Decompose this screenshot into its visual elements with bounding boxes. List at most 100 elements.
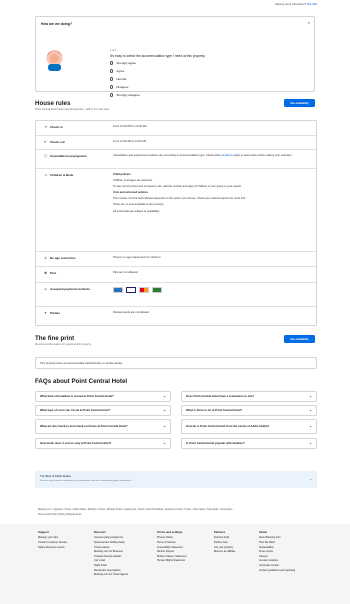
- chevron-down-icon: ⌄: [309, 393, 312, 398]
- amex-card-icon: [113, 287, 123, 293]
- faq-item[interactable]: Does Point Central Hotel have a restaura…: [181, 391, 317, 402]
- survey-option-agree[interactable]: Agree: [110, 69, 124, 73]
- survey-card: How are we doing? × 1 of 7 It's easy to …: [35, 16, 315, 97]
- see-availability-button[interactable]: See availability: [284, 99, 315, 107]
- best-of-subtitle: Discover top attractions and more in thi…: [40, 479, 132, 482]
- footer-link[interactable]: Content guidelines and reporting: [259, 569, 313, 574]
- missing-info-prompt: Missing some information? Yes / No: [275, 3, 317, 6]
- person-icon: ♙: [44, 256, 48, 260]
- rule-row-check-out: ⇤ Check-out From 12:00 AM to 11:00 AM: [36, 135, 316, 149]
- radio-icon[interactable]: [110, 85, 114, 89]
- survey-option-strongly-agree[interactable]: Strongly agree: [110, 61, 136, 65]
- chevron-down-icon: ⌄: [309, 423, 312, 428]
- rule-value: Cancellation and prepayment policies var…: [113, 154, 293, 157]
- payment-methods: [113, 287, 313, 293]
- info-icon: ⓘ: [44, 154, 48, 158]
- chevron-down-icon: ⌄: [163, 407, 166, 412]
- survey-option-disagree[interactable]: Disagree: [110, 85, 128, 89]
- child-policies-heading: Child policies: [113, 173, 131, 176]
- survey-option-strongly-disagree[interactable]: Strongly disagree: [110, 93, 140, 97]
- breadcrumb: Booking.com › Ugandan › Hotels › Addis A…: [38, 508, 316, 517]
- best-of-title: The Best of Addis Ababa: [40, 474, 71, 478]
- close-icon[interactable]: ×: [308, 20, 310, 25]
- survey-step-counter: 1 of 7: [110, 49, 117, 52]
- rule-value: From 12:00 PM to 12:00 AM: [113, 125, 147, 128]
- faq-item[interactable]: How much does it cost to stay at Point C…: [35, 438, 171, 449]
- cash-icon: [152, 287, 162, 293]
- rule-label: No age restriction: [50, 256, 76, 260]
- faq-item[interactable]: What type of room can I book at Point Ce…: [35, 405, 171, 416]
- cot-policies-heading: Cots and extra bed policies: [113, 191, 148, 195]
- rule-row-check-in: ⇥ Check-in From 12:00 PM to 12:00 AM: [36, 121, 316, 135]
- cot-policy-text: The number of extra beds allowed depends…: [113, 197, 246, 201]
- breadcrumb-line: Point Central Hotel (Hotel) (Ethiopia) d…: [38, 513, 82, 516]
- best-of-banner[interactable]: The Best of Addis Ababa Discover top att…: [35, 471, 317, 488]
- rule-label: Cancellation/ prepayment: [50, 154, 87, 158]
- chevron-down-icon: ⌄: [309, 440, 312, 445]
- radio-icon[interactable]: [110, 77, 114, 81]
- rule-row-parties: ✦ Parties Parties/events are not allowed: [36, 306, 316, 327]
- house-rules-title: House rules: [35, 100, 71, 107]
- faq-item[interactable]: What kind of breakfast is served at Poin…: [35, 391, 171, 402]
- radio-icon[interactable]: [110, 69, 114, 73]
- calendar-in-icon: ⇥: [44, 125, 48, 129]
- paw-icon: ❀: [44, 271, 48, 275]
- chevron-down-icon: ⌄: [163, 440, 166, 445]
- house-rules-subtitle: Point Central Hotel takes special reques…: [35, 108, 110, 111]
- footer-link[interactable]: Booking.com for Travel Agents: [94, 573, 148, 578]
- missing-info-text: Missing some information?: [275, 3, 307, 6]
- footer-link[interactable]: Safety Resource Centre: [38, 546, 92, 551]
- survey-avatar-illustration: [46, 50, 63, 71]
- child-policy-text: Children of all ages are welcome.: [113, 179, 153, 183]
- footer: Support Manage your trips Contact Custom…: [0, 524, 350, 604]
- footer-link[interactable]: Human Rights Statement: [157, 559, 211, 564]
- rule-label: Children & Beds: [50, 173, 74, 177]
- chevron-down-icon: ⌄: [309, 477, 312, 481]
- footer-column-about: About About Booking.com How We Work Sust…: [259, 530, 313, 573]
- cot-policy-text: There are no cots available at the prope…: [113, 203, 165, 207]
- rule-label: Parties: [50, 311, 61, 315]
- fine-print-title: The fine print: [35, 335, 75, 342]
- faq-item[interactable]: What are the check-in and check-out time…: [35, 419, 171, 434]
- footer-column-support: Support Manage your trips Contact Custom…: [38, 530, 92, 550]
- rule-value: Child policies Children of all ages are …: [113, 173, 313, 216]
- mastercard-card-icon: [139, 287, 149, 293]
- rule-value: From 12:00 AM to 11:00 AM: [113, 140, 147, 143]
- visa-card-icon: [126, 287, 136, 293]
- survey-question: It's easy to select the accommodation ty…: [110, 54, 206, 58]
- rule-row-age: ♙ No age restriction There's no age requ…: [36, 251, 316, 266]
- calendar-out-icon: ⇤: [44, 140, 48, 144]
- rule-label: Accepted payment methods: [50, 287, 91, 291]
- chevron-down-icon: ⌄: [163, 393, 166, 398]
- faq-item[interactable]: What is there to do at Point Central Hot…: [181, 405, 317, 416]
- radio-icon[interactable]: [110, 93, 114, 97]
- chevron-down-icon: ⌄: [309, 407, 312, 412]
- footer-heading: Terms and settings: [157, 530, 183, 534]
- faq-item[interactable]: How far is Point Central Hotel from the …: [181, 419, 317, 434]
- rule-row-children-beds: ☺ Children & Beds Child policies Childre…: [36, 168, 316, 251]
- footer-heading: Support: [38, 530, 49, 534]
- rule-label: Check-out: [50, 140, 65, 144]
- rule-row-pets: ❀ Pets Pets are not allowed.: [36, 266, 316, 282]
- rule-label: Pets: [50, 271, 57, 275]
- missing-info-yes-link[interactable]: Yes: [307, 3, 311, 6]
- radio-icon[interactable]: [110, 61, 114, 65]
- conditions-link[interactable]: conditions: [221, 154, 233, 157]
- survey-option-neutral[interactable]: Neutral: [110, 77, 126, 81]
- cot-policy-text: All extra beds are subject to availabili…: [113, 209, 160, 213]
- rule-value: Parties/events are not allowed: [113, 311, 150, 314]
- card-icon: ▭: [44, 287, 48, 291]
- footer-column-discover: Discover Genius loyalty programme Season…: [94, 530, 148, 578]
- rule-label: Check-in: [50, 125, 63, 129]
- rule-value: Pets are not allowed.: [113, 271, 139, 274]
- faqs-title: FAQs about Point Central Hotel: [35, 378, 128, 385]
- rule-row-cancellation: ⓘ Cancellation/ prepayment Cancellation …: [36, 149, 316, 168]
- faq-item[interactable]: Is Point Central Hotel popular with fami…: [181, 438, 317, 449]
- see-availability-button-2[interactable]: See availability: [284, 335, 315, 343]
- footer-heading: Discover: [94, 530, 106, 534]
- children-icon: ☺: [44, 173, 48, 177]
- fine-print-box: This property does not accommodate bache…: [35, 357, 317, 369]
- rule-row-payment: ▭ Accepted payment methods: [36, 282, 316, 306]
- missing-info-no-link[interactable]: No: [314, 3, 317, 6]
- footer-column-terms: Terms and settings Privacy Notice Terms …: [157, 530, 211, 564]
